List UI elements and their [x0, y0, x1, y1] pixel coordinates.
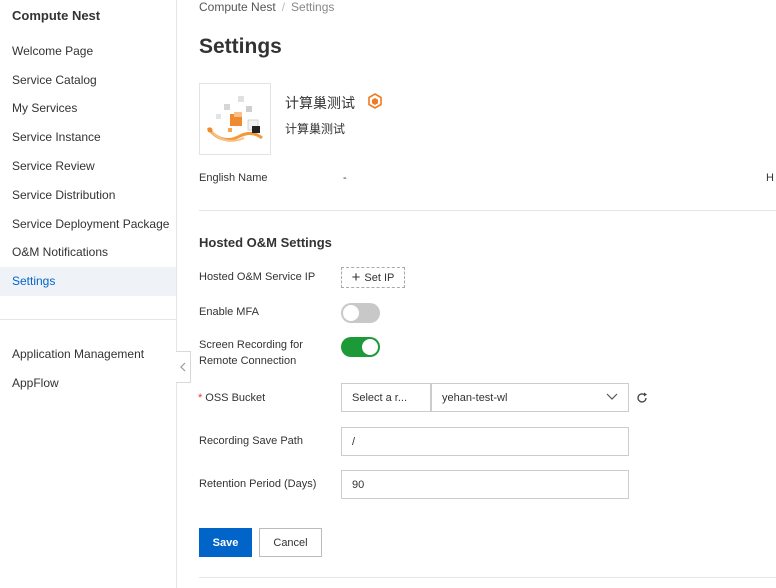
breadcrumb-current: Settings: [291, 0, 335, 14]
plus-icon: +: [351, 269, 361, 286]
set-ip-button[interactable]: + Set IP: [341, 267, 405, 288]
sidebar-item-appflow[interactable]: AppFlow: [0, 369, 176, 398]
main-content: Compute Nest / Settings Settings 计算巢测试 计算巢…: [177, 0, 776, 588]
sidebar: Compute Nest Welcome Page Service Catalo…: [0, 0, 177, 588]
bottom-divider: [199, 577, 776, 578]
service-description: 计算巢测试: [285, 122, 346, 136]
sidebar-item-om-notifications[interactable]: O&M Notifications: [0, 238, 176, 267]
required-mark: *: [198, 392, 203, 404]
enable-mfa-label: Enable MFA: [199, 306, 259, 318]
recording-path-label: Recording Save Path: [199, 435, 303, 447]
sidebar-item-welcome-page[interactable]: Welcome Page: [0, 37, 176, 66]
chevron-down-icon: [606, 393, 618, 400]
sidebar-item-service-distribution[interactable]: Service Distribution: [0, 181, 176, 210]
sidebar-item-my-services[interactable]: My Services: [0, 94, 176, 123]
screen-recording-toggle[interactable]: [341, 337, 380, 357]
product-title: Compute Nest: [12, 8, 101, 23]
toggle-knob: [343, 305, 359, 321]
recording-path-value: /: [352, 435, 356, 448]
screen-recording-label-line1: Screen Recording for: [199, 339, 303, 351]
breadcrumb: Compute Nest / Settings: [199, 0, 334, 14]
om-settings-title: Hosted O&M Settings: [199, 235, 332, 250]
enable-mfa-toggle[interactable]: [341, 303, 380, 323]
cancel-button[interactable]: Cancel: [259, 528, 322, 557]
sidebar-item-service-review[interactable]: Service Review: [0, 152, 176, 181]
breadcrumb-separator: /: [281, 0, 286, 14]
breadcrumb-root[interactable]: Compute Nest: [199, 0, 276, 14]
oss-bucket-label: * OSS Bucket: [198, 390, 265, 406]
bucket-select-value: yehan-test-wl: [442, 391, 508, 404]
oss-bucket-label-text: OSS Bucket: [205, 392, 266, 404]
refresh-icon[interactable]: [635, 391, 649, 405]
bucket-select[interactable]: yehan-test-wl: [431, 383, 629, 412]
sidebar-item-settings[interactable]: Settings: [0, 267, 176, 296]
sidebar-item-service-deployment-package[interactable]: Service Deployment Package: [0, 210, 176, 239]
service-logo: [199, 83, 271, 155]
truncated-field-label: H: [766, 172, 774, 184]
service-logo-image: [206, 96, 263, 142]
section-divider: [199, 210, 776, 211]
recording-path-input[interactable]: /: [341, 427, 629, 456]
set-ip-label: Set IP: [364, 271, 395, 284]
screen-recording-label: Screen Recording for Remote Connection: [199, 337, 303, 369]
region-select-value: Select a r...: [352, 391, 408, 404]
sidebar-item-service-catalog[interactable]: Service Catalog: [0, 66, 176, 95]
retention-period-input[interactable]: 90: [341, 470, 629, 499]
hexagon-badge-icon: [368, 93, 382, 109]
toggle-knob: [362, 339, 378, 355]
page-title: Settings: [199, 35, 282, 58]
english-name-label: English Name: [199, 172, 268, 184]
screen-recording-label-line2: Remote Connection: [199, 355, 297, 367]
sidebar-item-application-management[interactable]: Application Management: [0, 340, 176, 369]
service-ip-label: Hosted O&M Service IP: [199, 271, 316, 283]
region-select[interactable]: Select a r...: [341, 383, 431, 412]
sidebar-divider: [0, 319, 176, 320]
save-button[interactable]: Save: [199, 528, 252, 557]
retention-period-value: 90: [352, 478, 365, 491]
english-name-value: -: [343, 172, 347, 184]
service-name: 计算巢测试: [285, 95, 355, 111]
sidebar-item-service-instance[interactable]: Service Instance: [0, 123, 176, 152]
retention-period-label: Retention Period (Days): [199, 478, 317, 490]
